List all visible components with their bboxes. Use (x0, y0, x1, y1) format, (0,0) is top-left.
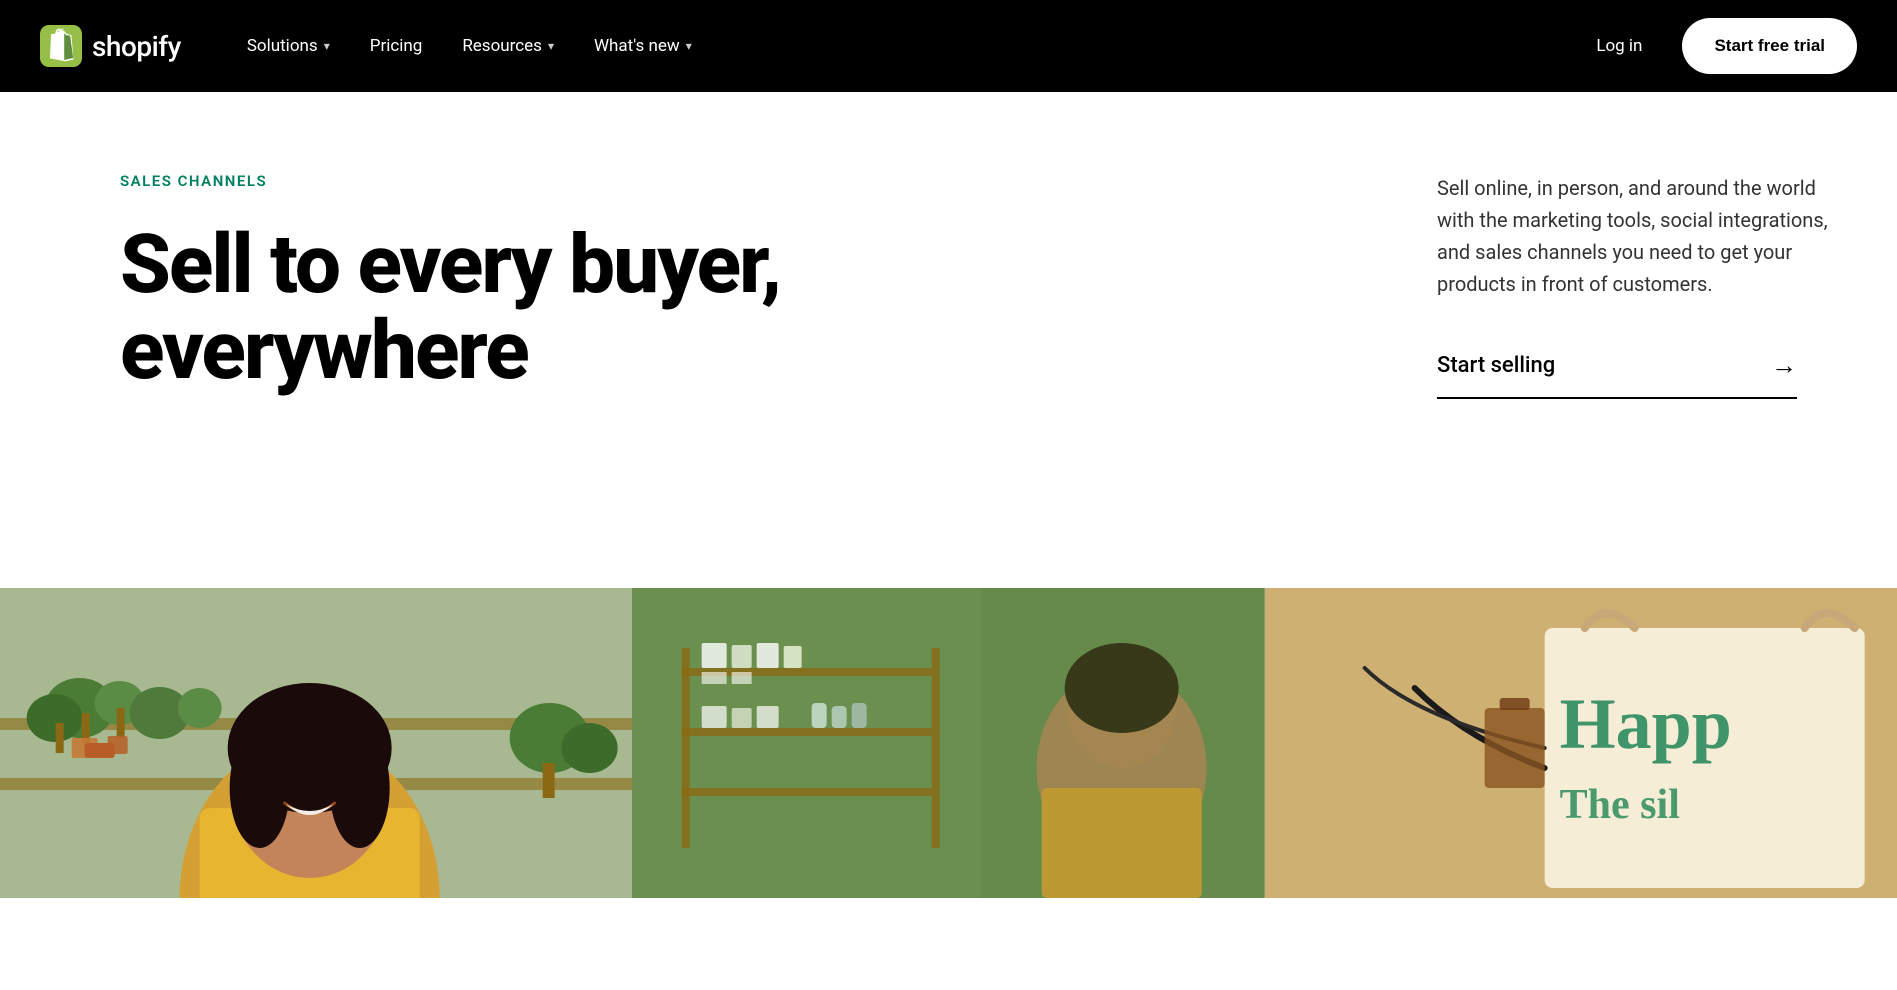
whats-new-chevron-icon: ▾ (686, 39, 692, 53)
solutions-chevron-icon: ▾ (324, 39, 330, 53)
resources-chevron-icon: ▾ (548, 39, 554, 53)
nav-pricing[interactable]: Pricing (354, 26, 439, 66)
nav-pricing-label: Pricing (370, 36, 423, 56)
start-selling-link[interactable]: Start selling → (1437, 350, 1797, 399)
shopify-bag-icon (40, 25, 82, 67)
nav-menu: Solutions ▾ Pricing Resources ▾ What's n… (231, 26, 1580, 66)
arrow-right-icon: → (1771, 350, 1797, 381)
nav-resources[interactable]: Resources ▾ (446, 26, 570, 66)
hero-heading: Sell to every buyer, everywhere (120, 222, 900, 394)
start-trial-button[interactable]: Start free trial (1682, 18, 1857, 74)
navbar-actions: Log in Start free trial (1580, 18, 1857, 74)
svg-text:Happ: Happ (1559, 684, 1731, 764)
page-wrapper: shopify Solutions ▾ Pricing Resources ▾ … (0, 92, 1897, 990)
eyebrow-label: SALES CHANNELS (120, 172, 1317, 190)
hero-heading-line1: Sell to every buyer, (120, 217, 780, 313)
image-card-2 (632, 588, 1264, 898)
svg-text:The sil: The sil (1559, 782, 1679, 828)
login-button[interactable]: Log in (1580, 26, 1658, 66)
image-card-1 (0, 588, 632, 898)
nav-whats-new-label: What's new (594, 36, 680, 56)
bottom-images-section: Happ The sil (0, 588, 1897, 898)
hero-right-section: Sell online, in person, and around the w… (1397, 92, 1897, 439)
hero-description: Sell online, in person, and around the w… (1437, 172, 1837, 300)
nav-resources-label: Resources (462, 36, 542, 56)
navbar: shopify Solutions ▾ Pricing Resources ▾ … (0, 0, 1897, 92)
nav-whats-new[interactable]: What's new ▾ (578, 26, 708, 66)
nav-solutions-label: Solutions (247, 36, 318, 56)
start-selling-text: Start selling (1437, 353, 1555, 378)
hero-left-section: SALES CHANNELS Sell to every buyer, ever… (0, 92, 1397, 434)
nav-solutions[interactable]: Solutions ▾ (231, 26, 346, 66)
image-card-3: Happ The sil (1265, 588, 1897, 898)
brand-name: shopify (92, 30, 181, 63)
shopify-logo[interactable]: shopify (40, 25, 181, 67)
hero-heading-line2: everywhere (120, 303, 528, 399)
